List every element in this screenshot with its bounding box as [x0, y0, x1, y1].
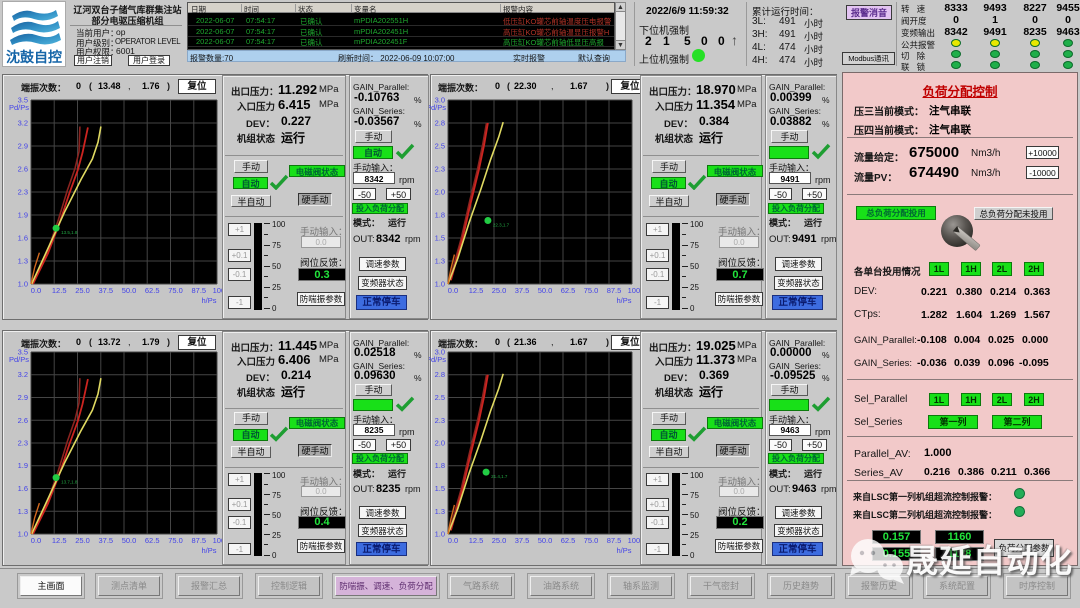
- svg-text:2.3: 2.3: [18, 188, 28, 197]
- svg-text:37.5: 37.5: [515, 286, 530, 295]
- svg-text:3.2: 3.2: [18, 370, 28, 379]
- svg-text:87.5: 87.5: [191, 286, 206, 295]
- svg-text:Pd/Ps: Pd/Ps: [9, 103, 29, 112]
- svg-text:22.3,1.7: 22.3,1.7: [493, 223, 510, 228]
- svg-text:50.0: 50.0: [122, 286, 137, 295]
- svg-text:50.0: 50.0: [538, 286, 553, 295]
- svg-text:Pd/Ps: Pd/Ps: [426, 355, 446, 364]
- svg-text:2.5: 2.5: [435, 142, 445, 151]
- svg-text:13.7,1.8: 13.7,1.8: [61, 480, 78, 485]
- svg-text:0.0: 0.0: [31, 536, 41, 545]
- svg-text:50.0: 50.0: [122, 536, 137, 545]
- svg-text:0.0: 0.0: [448, 286, 458, 295]
- svg-text:87.5: 87.5: [191, 536, 206, 545]
- svg-text:1.3: 1.3: [435, 257, 445, 266]
- svg-text:75.0: 75.0: [168, 536, 183, 545]
- svg-text:1.0: 1.0: [435, 280, 445, 289]
- svg-text:37.5: 37.5: [515, 536, 530, 545]
- svg-text:2.0: 2.0: [435, 439, 445, 448]
- svg-text:0.0: 0.0: [31, 286, 41, 295]
- svg-text:87.5: 87.5: [607, 286, 622, 295]
- svg-text:50.0: 50.0: [538, 536, 553, 545]
- svg-text:37.5: 37.5: [98, 536, 113, 545]
- svg-text:1.0: 1.0: [435, 530, 445, 539]
- svg-text:h/Ps: h/Ps: [201, 546, 216, 554]
- svg-text:3.2: 3.2: [18, 119, 28, 128]
- svg-text:1.0: 1.0: [18, 530, 28, 539]
- svg-text:1.8: 1.8: [435, 461, 445, 470]
- svg-text:1.9: 1.9: [18, 461, 28, 470]
- svg-text:62.5: 62.5: [561, 286, 576, 295]
- svg-text:13.5,1.8: 13.5,1.8: [61, 230, 78, 235]
- svg-text:1.9: 1.9: [18, 211, 28, 220]
- svg-text:12.5: 12.5: [52, 536, 67, 545]
- svg-text:Pd/Ps: Pd/Ps: [9, 355, 29, 364]
- svg-text:62.5: 62.5: [561, 536, 576, 545]
- svg-text:75.0: 75.0: [584, 286, 599, 295]
- svg-text:2.0: 2.0: [435, 188, 445, 197]
- svg-text:h/Ps: h/Ps: [616, 296, 631, 304]
- svg-text:2.6: 2.6: [18, 416, 28, 425]
- svg-text:25.0: 25.0: [492, 536, 507, 545]
- svg-text:12.5: 12.5: [469, 536, 484, 545]
- svg-text:25.0: 25.0: [75, 536, 90, 545]
- svg-text:Pd/Ps: Pd/Ps: [426, 103, 446, 112]
- svg-text:62.5: 62.5: [145, 286, 160, 295]
- svg-text:2.8: 2.8: [435, 119, 445, 128]
- svg-text:12.5: 12.5: [52, 286, 67, 295]
- svg-text:2.3: 2.3: [435, 165, 445, 174]
- svg-text:62.5: 62.5: [145, 536, 160, 545]
- svg-text:1.3: 1.3: [18, 257, 28, 266]
- svg-text:1.6: 1.6: [18, 234, 28, 243]
- svg-text:37.5: 37.5: [98, 286, 113, 295]
- svg-text:75.0: 75.0: [168, 286, 183, 295]
- svg-text:1.6: 1.6: [18, 484, 28, 493]
- svg-text:2.9: 2.9: [18, 142, 28, 151]
- svg-text:2.6: 2.6: [18, 165, 28, 174]
- svg-text:2.3: 2.3: [18, 439, 28, 448]
- svg-text:1.0: 1.0: [18, 280, 28, 289]
- svg-text:12.5: 12.5: [469, 286, 484, 295]
- svg-text:h/Ps: h/Ps: [616, 546, 631, 554]
- svg-text:1.5: 1.5: [435, 484, 445, 493]
- svg-text:25.0: 25.0: [75, 286, 90, 295]
- svg-text:0.0: 0.0: [448, 536, 458, 545]
- svg-text:75.0: 75.0: [584, 536, 599, 545]
- svg-text:25.0: 25.0: [492, 286, 507, 295]
- svg-text:1.3: 1.3: [18, 507, 28, 516]
- svg-text:2.8: 2.8: [435, 370, 445, 379]
- svg-text:2.5: 2.5: [435, 393, 445, 402]
- svg-text:1.8: 1.8: [435, 211, 445, 220]
- svg-text:87.5: 87.5: [607, 536, 622, 545]
- svg-text:2.9: 2.9: [18, 393, 28, 402]
- svg-text:h/Ps: h/Ps: [201, 296, 216, 304]
- svg-text:1.3: 1.3: [435, 507, 445, 516]
- svg-text:1.5: 1.5: [435, 234, 445, 243]
- svg-text:2.3: 2.3: [435, 416, 445, 425]
- svg-text:21.4,1.7: 21.4,1.7: [491, 474, 508, 479]
